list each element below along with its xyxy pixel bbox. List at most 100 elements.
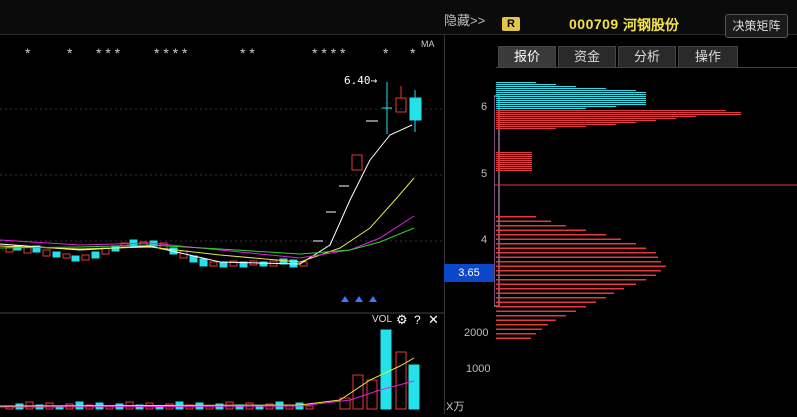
vol-ma-line bbox=[0, 357, 415, 407]
decision-matrix-button[interactable]: 决策矩阵 bbox=[725, 14, 788, 38]
candle bbox=[42, 249, 51, 257]
chip-bar bbox=[496, 243, 636, 245]
candle bbox=[71, 255, 80, 262]
quote-tabs: 报价 资金 分析 操作 bbox=[496, 46, 796, 68]
chip-bar bbox=[496, 301, 596, 303]
signal-star: * bbox=[25, 45, 31, 61]
chip-bar bbox=[496, 315, 566, 317]
chip-bar bbox=[496, 94, 646, 95]
chip-bar bbox=[496, 98, 646, 99]
volume-tick-2000: 2000 bbox=[464, 327, 489, 339]
chip-bar bbox=[496, 306, 586, 308]
help-icon[interactable]: ? bbox=[414, 313, 421, 327]
ma5-line bbox=[0, 124, 413, 265]
chip-bar bbox=[496, 166, 532, 167]
chip-distribution-chart bbox=[494, 82, 797, 339]
chip-bar bbox=[496, 96, 646, 97]
chip-bar bbox=[496, 160, 532, 161]
volume-tick-1000: 1000 bbox=[466, 363, 491, 375]
chip-bar bbox=[496, 256, 658, 258]
chip-bar bbox=[496, 270, 661, 272]
chip-bar bbox=[496, 106, 616, 107]
volume-bar bbox=[352, 374, 364, 410]
chip-bar bbox=[496, 220, 551, 222]
signal-triangle bbox=[355, 296, 363, 302]
chip-bar bbox=[496, 120, 656, 121]
stock-badge: R bbox=[502, 17, 520, 31]
signal-triangle bbox=[341, 296, 349, 302]
kline-chart[interactable] bbox=[0, 0, 444, 414]
tab-analysis[interactable]: 分析 bbox=[618, 46, 676, 68]
chip-bar bbox=[496, 279, 646, 281]
chip-bar bbox=[496, 216, 536, 218]
chip-bar bbox=[496, 118, 676, 119]
chip-bar bbox=[496, 328, 542, 330]
volume-bar bbox=[366, 379, 378, 410]
chip-bar bbox=[496, 252, 656, 254]
chip-bar bbox=[496, 110, 726, 111]
chip-bar bbox=[496, 86, 576, 87]
chip-bar bbox=[496, 104, 646, 105]
price-tick-6: 6 bbox=[481, 101, 488, 113]
volume-bar bbox=[339, 397, 351, 410]
tab-operation[interactable]: 操作 bbox=[678, 46, 738, 68]
price-axis: 6 5 4 2000 1000 bbox=[444, 34, 496, 414]
chip-bar bbox=[496, 261, 661, 263]
close-icon[interactable]: ✕ bbox=[428, 312, 439, 328]
chip-bar bbox=[496, 152, 532, 153]
kline-chart-panel[interactable] bbox=[0, 0, 444, 414]
volume-bar bbox=[305, 405, 314, 410]
candle bbox=[52, 251, 61, 258]
chip-bar bbox=[496, 108, 586, 109]
signal-star: * bbox=[67, 45, 73, 61]
signal-triangle bbox=[369, 296, 377, 302]
stock-name: 河钢股份 bbox=[623, 17, 679, 33]
chip-bar bbox=[496, 126, 586, 127]
chip-bar bbox=[496, 100, 646, 101]
chip-bar bbox=[496, 337, 531, 339]
chip-bar bbox=[496, 124, 616, 125]
signal-star: * * bbox=[240, 45, 255, 61]
volume-title: VOL bbox=[372, 314, 393, 325]
stock-code: 000709 bbox=[569, 16, 619, 32]
chip-bar bbox=[496, 170, 532, 171]
chip-bar bbox=[496, 292, 614, 294]
chip-bar bbox=[496, 158, 532, 159]
signal-star: * * * * bbox=[312, 45, 346, 61]
tab-funds[interactable]: 资金 bbox=[558, 46, 616, 68]
candle bbox=[395, 97, 407, 113]
candle bbox=[219, 261, 228, 268]
ma20-line bbox=[0, 215, 415, 259]
chip-bar bbox=[496, 154, 532, 155]
chip-bar bbox=[496, 156, 532, 157]
chip-bar bbox=[496, 82, 536, 83]
chip-bar bbox=[496, 238, 621, 240]
price-tick-4: 4 bbox=[481, 234, 488, 246]
chip-bar bbox=[496, 90, 636, 91]
chip-bar bbox=[496, 116, 696, 117]
candle bbox=[229, 260, 238, 267]
chip-bar bbox=[496, 102, 646, 103]
tab-quote[interactable]: 报价 bbox=[498, 46, 556, 68]
chip-bar bbox=[496, 112, 741, 113]
chip-bar bbox=[496, 310, 576, 312]
candle bbox=[351, 154, 363, 171]
ma-label: MA bbox=[421, 39, 435, 49]
current-price-marker: 3.65 bbox=[444, 264, 494, 282]
chip-bar bbox=[496, 84, 556, 85]
chip-bar bbox=[496, 288, 624, 290]
hide-panel-button[interactable]: 隐藏>> bbox=[444, 10, 494, 30]
chip-bar bbox=[496, 92, 646, 93]
candle bbox=[91, 251, 100, 259]
volume-bar bbox=[395, 351, 407, 410]
volume-unit: X万 bbox=[446, 401, 465, 413]
volume-bar bbox=[380, 329, 392, 410]
chip-bar bbox=[496, 162, 532, 163]
chip-bar bbox=[496, 247, 646, 249]
chip-bar bbox=[496, 234, 606, 236]
candle bbox=[199, 258, 208, 267]
chip-bar bbox=[496, 297, 606, 299]
chip-bar bbox=[496, 274, 656, 276]
gear-icon[interactable]: ⚙ bbox=[396, 312, 408, 328]
chip-bar bbox=[496, 229, 586, 231]
